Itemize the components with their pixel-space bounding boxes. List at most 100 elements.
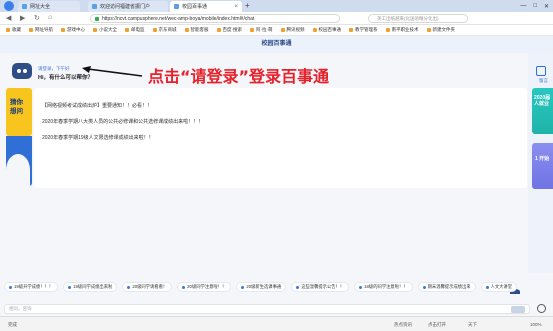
bookmark-label: 收藏 <box>12 27 21 32</box>
faq-card-title: 猜你想问 <box>10 99 23 115</box>
home-icon[interactable]: ⌂ <box>48 14 52 21</box>
browser-logo-icon[interactable] <box>4 1 14 11</box>
bookmark-icon <box>250 28 254 32</box>
close-icon[interactable]: ✕ <box>544 3 549 10</box>
tab-3[interactable]: 校园百事通 × <box>170 1 242 12</box>
forward-icon[interactable]: ▶ <box>20 14 25 22</box>
bookmark-label: 百度·搜索 <box>222 27 243 32</box>
message-label[interactable]: 留言 <box>539 78 548 84</box>
notice-item[interactable]: 2020年春季学期19级人文限选修课成绩出来啦！！ <box>42 134 154 141</box>
message-icon[interactable] <box>536 66 546 76</box>
chip-label: 19级同学成绩出来啦 <box>73 284 113 289</box>
quick-question-chip[interactable]: 18级的同学注意啦！！ <box>354 282 413 292</box>
notice-item[interactable]: 【网络视频考试成绩出炉】重要通知！！必看！！ <box>42 102 152 109</box>
chip-label: 19级开学成绩！！！ <box>14 284 54 289</box>
bookmark-icon <box>385 28 390 32</box>
chip-label: 期末温馨提示成绩出来 <box>427 284 471 289</box>
annotation-text: 点击“请登录”登录百事通 <box>148 67 330 86</box>
address-bar[interactable]: https://ncvt.campusphere.net/wec-amp-boy… <box>90 14 340 23</box>
bookmark-item[interactable]: 游戏中心 <box>61 27 85 33</box>
bookmark-label: 阿·拉·萌 <box>256 27 273 32</box>
status-text: 完成 <box>8 322 17 327</box>
send-button[interactable] <box>511 306 525 313</box>
url-text: https://ncvt.campusphere.net/wec-amp-boy… <box>102 15 255 22</box>
tab-favicon-icon <box>22 4 27 9</box>
login-link[interactable]: 请登录，下午好 <box>38 66 70 72</box>
chat-input[interactable]: 相问，咨询 <box>4 304 530 314</box>
bookmark-item[interactable]: 邮电监 <box>125 27 145 33</box>
bookmark-label: 京东商城 <box>158 27 177 32</box>
tab-1[interactable]: 网址大全 <box>18 1 80 12</box>
bookmark-item[interactable]: 腾讯视频 <box>280 27 305 33</box>
robot-avatar-icon <box>12 63 32 79</box>
bookmark-item[interactable]: 京东商城 <box>152 27 177 33</box>
minimize-icon[interactable]: — <box>520 3 526 9</box>
notice-item[interactable]: 2020年春季学期八大类人员的公共必修课和公共选修课成绩出来啦！！！ <box>42 118 203 125</box>
chip-label: 20级新生选课事通 <box>246 284 282 289</box>
bookmark-label: 小说大全 <box>99 27 117 32</box>
status-item[interactable]: 天下 <box>468 322 477 328</box>
maximize-icon[interactable]: □ <box>533 3 537 9</box>
notice-list: 【网络视频考试成绩出炉】重要通知！！必看！！ 2020年春季学期八大类人员的公共… <box>34 88 527 188</box>
quick-question-chip[interactable]: 20级同学请看看！ <box>122 282 173 292</box>
annotation-arrow-icon <box>82 66 143 77</box>
chip-dot-icon <box>127 285 131 289</box>
quick-question-chip[interactable]: 期末温馨提示成绩出来 <box>417 282 476 292</box>
secure-lock-icon <box>95 16 99 21</box>
bookmark-item[interactable]: 收藏 <box>6 27 21 33</box>
tab-favicon-icon <box>92 4 97 9</box>
search-input[interactable]: 英工出纸越来(化国语精分化出) <box>368 14 468 23</box>
bookmark-item[interactable]: 百度·搜索 <box>216 27 243 33</box>
chip-dot-icon <box>9 285 12 289</box>
bookmark-label: 游戏中心 <box>67 27 85 32</box>
tab-2[interactable]: 欢迎访问福建省振门户 <box>88 1 168 12</box>
chat-input-placeholder: 相问，咨询 <box>9 306 32 311</box>
bookmark-item[interactable]: 南平职业技术 <box>385 27 419 33</box>
quick-question-chip[interactable]: 19级开学成绩！！！ <box>4 282 59 292</box>
tab-favicon-icon <box>174 4 179 9</box>
quick-question-chip[interactable]: 人文大讲堂 <box>480 282 518 292</box>
bookmark-item[interactable]: 网址导航 <box>29 27 53 33</box>
promo-card-start[interactable]: 1 开始 <box>532 143 553 189</box>
quick-question-chip[interactable]: 20级同学注意啦！！ <box>177 282 232 292</box>
bookmark-label: 智能客服 <box>190 27 209 32</box>
bookmark-label: 南平职业技术 <box>391 27 419 32</box>
bookmark-item[interactable]: 智能客服 <box>184 27 209 33</box>
bookmark-label: 教学管理系 <box>355 27 378 32</box>
bookmark-item[interactable]: 校园百事通 <box>312 27 341 33</box>
chip-dot-icon <box>485 285 489 289</box>
chip-dot-icon <box>359 285 363 289</box>
close-tab-icon[interactable]: × <box>234 4 238 10</box>
promo-card-employment[interactable]: 2020届人就业 <box>532 88 553 134</box>
refresh-icon[interactable]: ↻ <box>34 14 40 22</box>
chip-dot-icon <box>68 285 72 289</box>
settings-icon[interactable] <box>537 304 546 313</box>
navigation-bar: ◀ ▶ ↻ ⌂ https://ncvt.campusphere.net/wec… <box>0 12 553 25</box>
quick-question-chip[interactable]: 这些温馨提示公告！！ <box>291 282 350 292</box>
quick-question-chip[interactable]: 19级同学成绩出来啦 <box>63 282 118 292</box>
bookmark-item[interactable]: 小说大全 <box>93 27 117 33</box>
bookmark-item[interactable]: 教学管理系 <box>349 27 378 33</box>
bookmark-icon <box>29 28 33 32</box>
page-title: 校园百事通 <box>0 36 553 53</box>
back-icon[interactable]: ◀ <box>6 14 11 22</box>
bookmark-item[interactable]: 阿·拉·萌 <box>250 27 273 33</box>
quick-questions: 19级开学成绩！！！ 19级同学成绩出来啦 20级同学请看看！ 20级同学注意啦！！ 2… <box>4 282 553 294</box>
chip-dot-icon <box>296 285 300 289</box>
tab-strip: 网址大全 欢迎访问福建省振门户 校园百事通 × + — □ ✕ <box>0 0 553 12</box>
chip-dot-icon <box>182 285 186 289</box>
bookmark-label: 网址导航 <box>35 27 53 32</box>
status-bar: 完成 热点资讯 点击打开 天下 100% <box>0 316 553 331</box>
tab-label: 网址大全 <box>30 4 51 10</box>
bookmark-item[interactable]: 新建文件夹 <box>426 27 455 33</box>
status-item[interactable]: 热点资讯 <box>394 322 412 328</box>
bookmark-icon <box>280 28 285 32</box>
page-content: 校园百事通 留言 请登录，下午好 Hi，有什么可以帮你？ 点击“请登录”登录百事… <box>0 36 553 316</box>
new-tab-icon[interactable]: + <box>245 1 250 10</box>
status-item[interactable]: 点击打开 <box>428 322 446 328</box>
chip-label: 这些温馨提示公告！！ <box>301 284 345 289</box>
zoom-level[interactable]: 100% <box>530 322 542 327</box>
bookmark-icon <box>312 28 317 32</box>
quick-question-chip[interactable]: 20级新生选课事通 <box>236 282 287 292</box>
search-placeholder: 英工出纸越来(化国语精分化出) <box>377 15 439 21</box>
